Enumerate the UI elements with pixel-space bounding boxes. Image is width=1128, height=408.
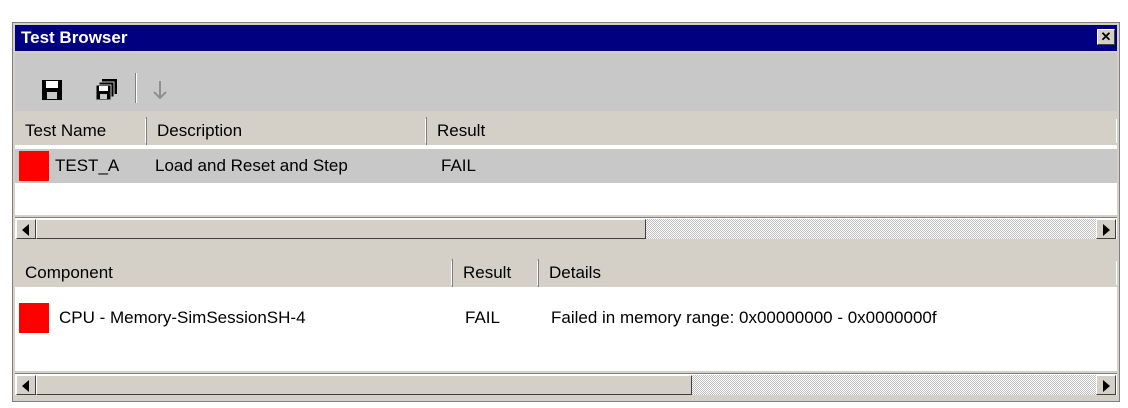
arrow-right-icon [1103,380,1110,392]
component-result-cell: FAIL [465,308,500,327]
components-list: CPU - Memory-SimSessionSH-4 FAIL Failed … [15,287,1117,371]
arrow-left-icon [22,380,29,392]
component-details-cell: Failed in memory range: 0x00000000 - 0x0… [551,308,937,327]
status-indicator [19,303,49,333]
close-icon: ✕ [1100,29,1112,44]
tests-horizontal-scrollbar[interactable] [15,217,1117,239]
save-all-button[interactable] [93,77,119,103]
save-button[interactable] [39,77,65,103]
save-all-icon [95,79,117,101]
scroll-right-button[interactable] [1096,219,1116,239]
arrow-down-icon [153,81,167,100]
status-indicator [19,151,49,181]
toolbar [15,53,1117,111]
table-row[interactable]: TEST_A Load and Reset and Step FAIL [15,149,1117,183]
column-header-component-result[interactable]: Result [453,259,539,287]
close-button[interactable]: ✕ [1097,29,1115,45]
test-result-cell: FAIL [441,156,476,175]
column-header-description[interactable]: Description [147,117,427,145]
floppy-disk-save-icon [42,80,62,100]
components-horizontal-scrollbar[interactable] [15,373,1117,395]
column-header-result[interactable]: Result [427,117,1117,145]
test-description-cell: Load and Reset and Step [155,156,348,175]
scroll-right-button[interactable] [1096,375,1116,395]
scroll-left-button[interactable] [16,219,36,239]
arrow-right-icon [1103,224,1110,236]
scroll-thumb[interactable] [36,375,692,395]
column-header-details[interactable]: Details [539,259,1117,287]
title-bar: Test Browser ✕ [15,25,1117,51]
test-browser-window: Test Browser ✕ Test Name Description Res… [12,22,1120,402]
column-header-component[interactable]: Component [15,259,453,287]
scroll-track[interactable] [692,375,1096,395]
scroll-thumb[interactable] [36,219,646,239]
arrow-left-icon [22,224,29,236]
component-name-cell: CPU - Memory-SimSessionSH-4 [59,308,306,327]
scroll-track[interactable] [646,219,1096,239]
tests-list: TEST_A Load and Reset and Step FAIL [15,145,1117,215]
move-down-button[interactable] [147,77,173,103]
toolbar-separator [135,73,137,103]
column-header-test-name[interactable]: Test Name [15,117,147,145]
test-name-cell: TEST_A [55,156,120,175]
components-table-header: Component Result Details [15,259,1117,287]
tests-table-header: Test Name Description Result [15,117,1117,145]
table-row[interactable]: CPU - Memory-SimSessionSH-4 FAIL Failed … [15,301,1117,335]
scroll-left-button[interactable] [16,375,36,395]
window-title: Test Browser [21,28,128,47]
